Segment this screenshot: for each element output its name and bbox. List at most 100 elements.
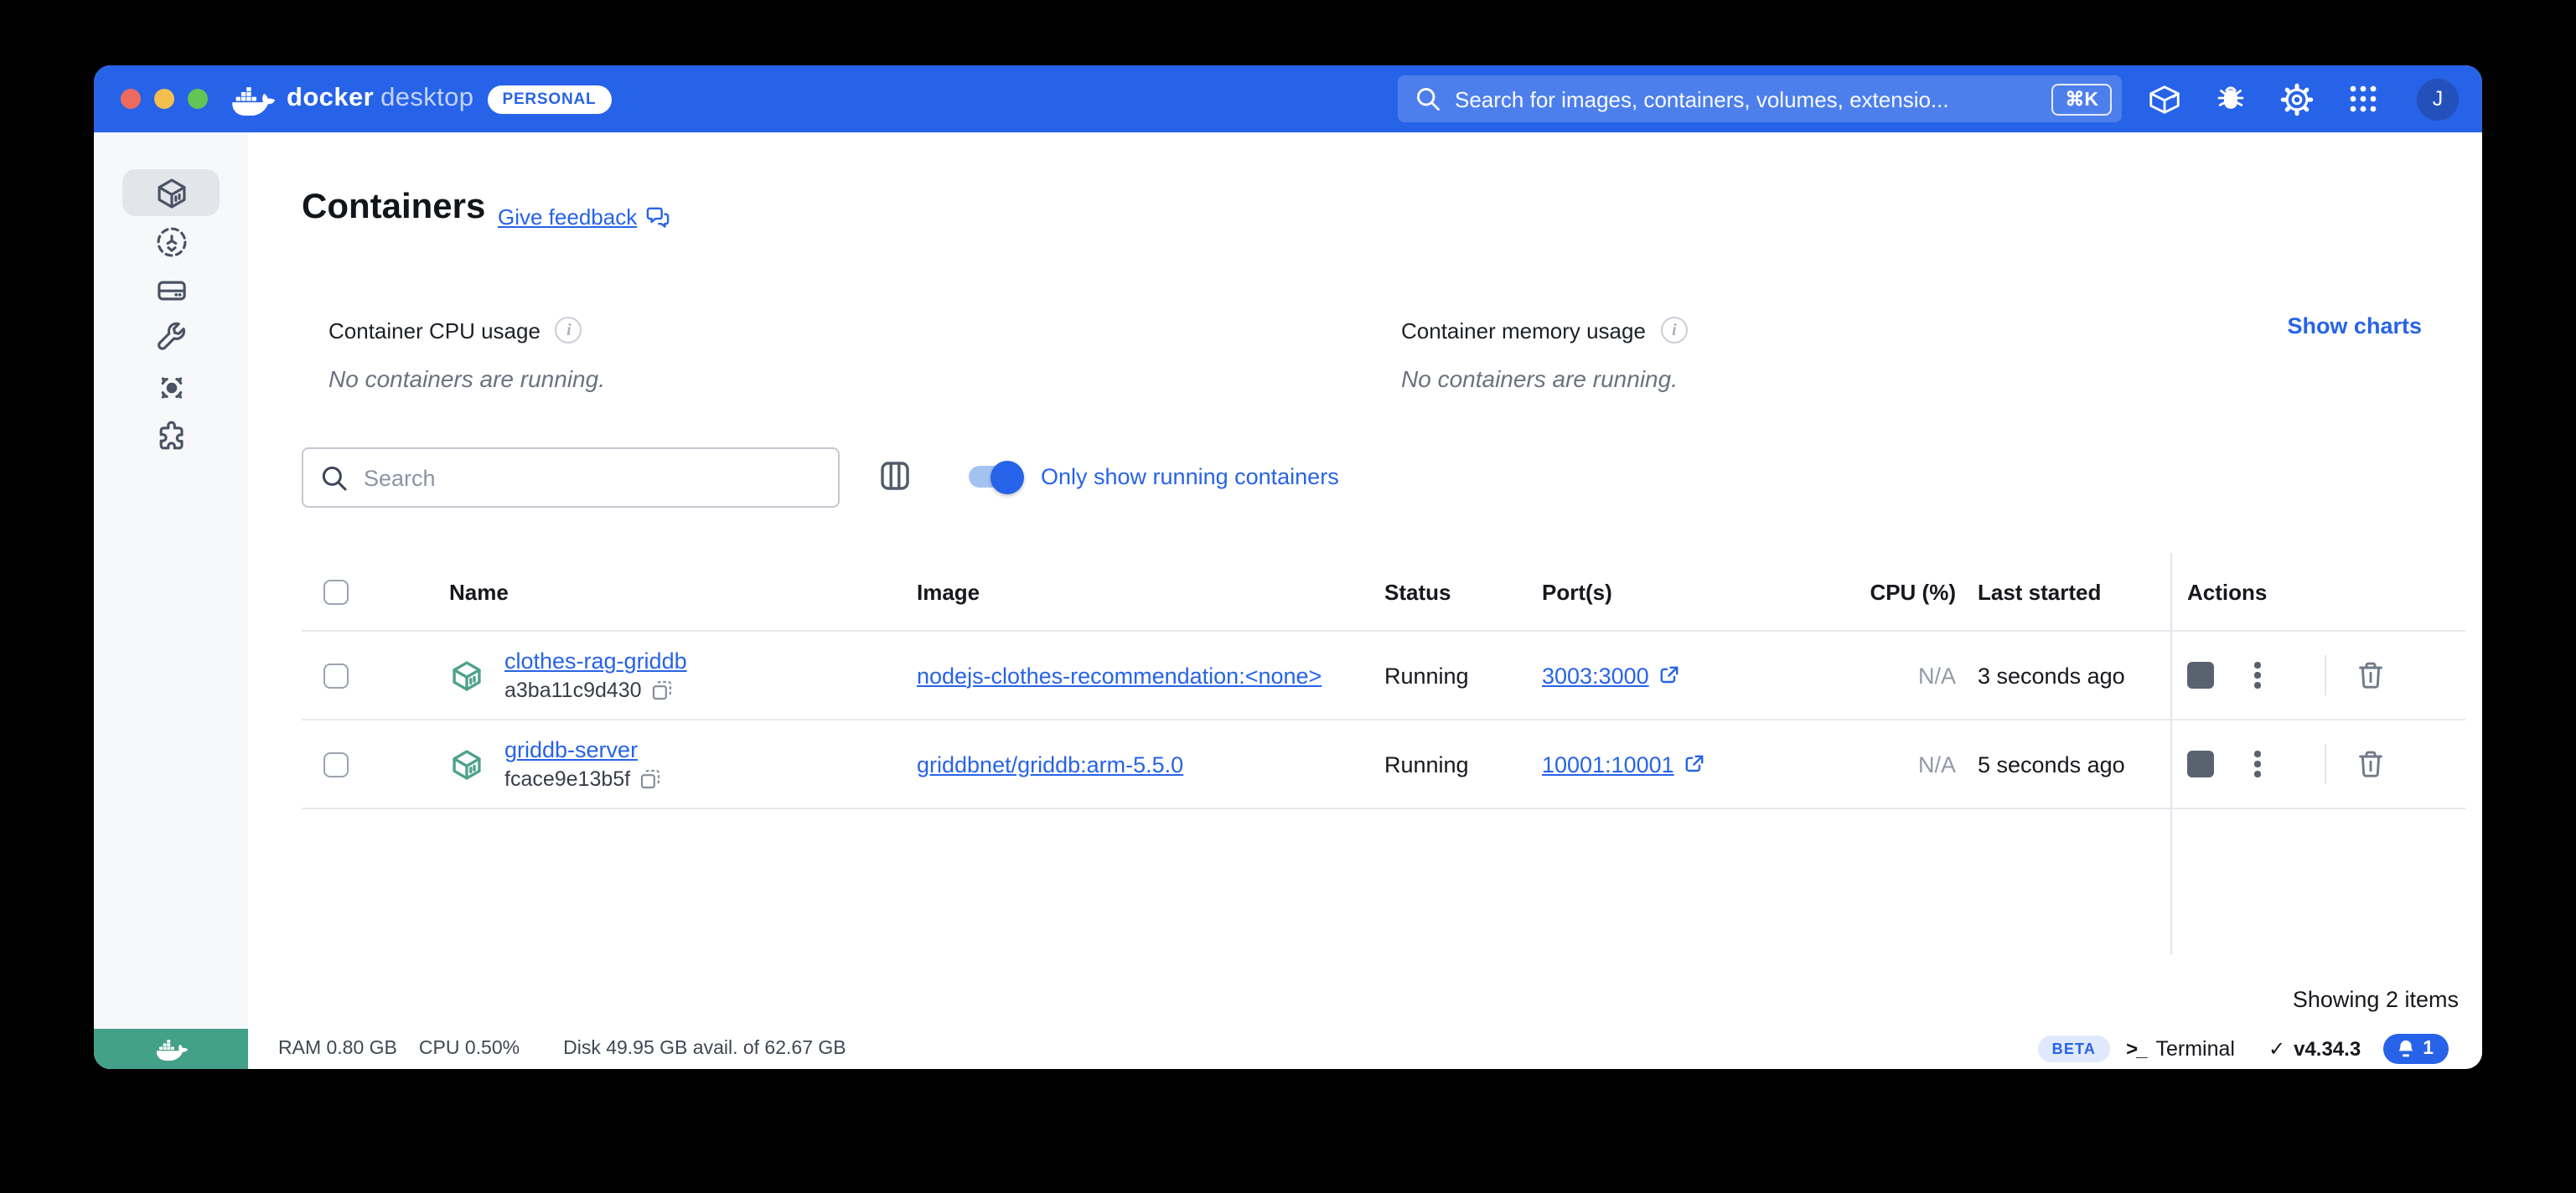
port-link[interactable]: 10001:10001 [1542,751,1674,777]
more-menu-button[interactable] [2346,82,2380,116]
external-link-icon [1659,665,1679,685]
avatar[interactable]: J [2417,78,2459,120]
show-charts-button[interactable]: Show charts [2287,313,2422,338]
memory-usage-status: No containers are running. [1401,365,1678,392]
ram-usage: RAM 0.80 GB [278,1039,397,1059]
container-name-link[interactable]: griddb-server [504,737,660,762]
settings-button[interactable] [2279,81,2315,116]
copy-id-button[interactable] [652,680,672,700]
header-cpu: CPU (%) [1870,579,1956,604]
containers-table: Name Image Status Port(s) CPU (%) Last s… [302,553,2465,809]
terminal-button[interactable]: >_ Terminal [2126,1037,2235,1061]
learning-center-button[interactable] [2147,81,2182,116]
column-settings-button[interactable] [877,457,913,494]
container-id: a3ba11c9d430 [504,679,642,702]
builds-icon [153,321,189,356]
give-feedback-link[interactable]: Give feedback [498,204,670,230]
feedback-bubbles-icon [645,206,670,228]
cpu-usage: CPU 0.50% [419,1039,520,1059]
global-search-input[interactable] [1455,86,2038,111]
sidebar-item-containers[interactable] [122,169,220,216]
cpu-info-icon[interactable]: i [556,317,582,343]
status-cell: Running [1384,751,1542,777]
row-more-actions-button[interactable] [2254,663,2260,689]
running-only-toggle[interactable] [969,466,1019,488]
columns-icon [877,457,913,494]
sidebar-item-docker-scout[interactable] [122,364,220,411]
status-bar: RAM 0.80 GB CPU 0.50% Disk 49.95 GB avai… [94,1029,2482,1069]
row-checkbox[interactable] [323,751,349,777]
select-all-checkbox[interactable] [323,579,349,604]
container-name-link[interactable]: clothes-rag-griddb [504,648,687,674]
volumes-icon [153,272,189,307]
scout-icon [153,369,189,405]
last-started-cell: 3 seconds ago [1956,663,2170,688]
cpu-cell: N/A [1918,663,1956,688]
troubleshoot-button[interactable] [2214,82,2248,116]
docker-logo: dockerdesktop [231,83,473,115]
container-search[interactable] [302,447,840,508]
notifications-button[interactable]: 1 [2382,1034,2449,1064]
cpu-cell: N/A [1918,751,1956,777]
memory-usage-label: Container memory usage i [1401,317,1688,343]
beta-badge: BETA [2039,1035,2109,1062]
memory-info-icon[interactable]: i [1661,317,1688,343]
window-controls [121,89,208,109]
learning-center-icon [2147,81,2182,116]
sidebar-item-extensions[interactable] [122,412,220,459]
extensions-icon [153,418,189,453]
title-bar: dockerdesktop PERSONAL ⌘K [94,65,2482,132]
header-last-started: Last started [1956,579,2170,604]
minimize-window-button[interactable] [154,89,174,109]
items-count-summary: Showing 2 items [2293,987,2459,1012]
container-search-input[interactable] [364,465,821,490]
version-status: ✓ v4.34.3 [2268,1037,2361,1061]
stop-container-button[interactable] [2187,662,2214,689]
statusbar-right: BETA >_ Terminal ✓ v4.34.3 1 [2039,1034,2449,1064]
actions-divider [2324,655,2325,695]
sidebar-item-images[interactable] [122,218,220,265]
desktop-background: dockerdesktop PERSONAL ⌘K [0,0,2576,1193]
containers-icon [153,175,189,210]
sidebar-item-volumes[interactable] [122,266,220,313]
cpu-usage-label: Container CPU usage i [328,317,582,343]
global-search[interactable]: ⌘K [1398,75,2122,122]
image-link[interactable]: nodejs-clothes-recommendation:<none> [917,663,1322,688]
container-cube-icon [449,658,484,693]
engine-status-button[interactable] [94,1029,248,1069]
row-checkbox[interactable] [323,663,349,688]
plan-badge: PERSONAL [487,85,611,113]
copy-icon [640,769,660,789]
row-more-actions-button[interactable] [2254,751,2260,777]
zoom-window-button[interactable] [188,89,208,109]
stop-container-button[interactable] [2187,751,2214,777]
delete-container-button[interactable] [2356,660,2384,690]
copy-id-button[interactable] [640,769,660,789]
running-only-toggle-label[interactable]: Only show running containers [1041,464,1339,489]
delete-container-button[interactable] [2356,749,2384,779]
header-actions: Actions [2170,579,2465,604]
table-row: griddb-server fcace9e13b5f [302,720,2465,809]
bell-icon [2396,1039,2414,1059]
image-link[interactable]: griddbnet/griddb:arm-5.5.0 [917,751,1183,777]
apps-grid-icon [2346,82,2380,116]
header-image: Image [917,579,1384,604]
trash-icon [2356,660,2384,690]
notification-count: 1 [2423,1039,2434,1059]
app-title: dockerdesktop [287,84,473,114]
container-id: fcace9e13b5f [504,767,630,791]
docker-whale-icon [155,1037,187,1061]
table-row: clothes-rag-griddb a3ba11c9d430 [302,632,2465,720]
toggle-knob [991,460,1024,493]
terminal-icon: >_ [2126,1037,2145,1061]
window-body: Containers Give feedback Container CPU u… [94,132,2482,1029]
close-window-button[interactable] [121,89,141,109]
sidebar-item-builds[interactable] [122,315,220,362]
port-link[interactable]: 3003:3000 [1542,663,1649,688]
gear-icon [2279,81,2315,116]
search-icon [320,463,349,492]
trash-icon [2356,749,2384,779]
sidebar [94,132,248,1029]
table-header-row: Name Image Status Port(s) CPU (%) Last s… [302,553,2465,632]
search-shortcut-hint: ⌘K [2051,83,2112,115]
